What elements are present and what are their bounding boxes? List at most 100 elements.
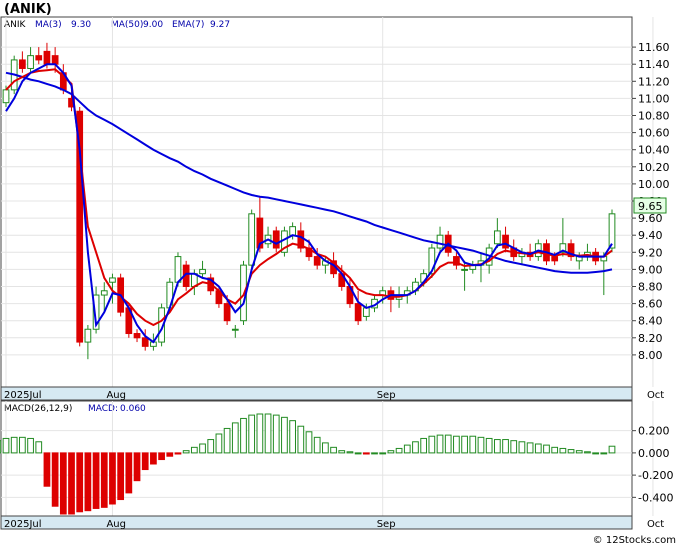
macd-bar	[420, 437, 428, 454]
macd-bar	[223, 427, 231, 454]
macd-bar	[403, 444, 411, 454]
macd-bar	[444, 434, 452, 454]
macd-bar	[199, 443, 206, 454]
macd-bar	[231, 422, 239, 454]
legend-ema7-value: 9.27	[210, 20, 230, 30]
macd-bar	[453, 435, 460, 454]
macd-bar	[436, 434, 444, 454]
macd-bar	[485, 437, 493, 454]
macd-bar	[27, 437, 34, 454]
candle-body	[313, 256, 321, 266]
candle-body	[2, 89, 10, 104]
price-tick-label: 9.40	[638, 229, 663, 242]
macd-legend-label: MACD:	[88, 404, 118, 414]
macd-bar	[35, 441, 43, 454]
candle-body	[133, 333, 141, 339]
macd-bar	[371, 452, 378, 455]
macd-bar	[174, 452, 182, 455]
macd-bar	[133, 452, 141, 482]
macd-bar	[100, 452, 108, 508]
candle-body	[493, 230, 501, 245]
macd-bar	[600, 452, 608, 455]
macd-bar	[534, 443, 542, 454]
candle-body	[608, 213, 616, 249]
macd-bar	[125, 452, 133, 494]
macd-date-label: 2025Jul	[4, 519, 42, 530]
candle-body	[174, 256, 182, 283]
price-tick-label: 10.00	[638, 178, 670, 191]
macd-bar	[240, 417, 247, 454]
price-tick-label: 11.40	[638, 58, 670, 71]
candle-body	[461, 268, 468, 271]
macd-bar	[0, 440, 2, 454]
candle-body	[551, 256, 559, 262]
macd-tick-label: 0.000	[638, 447, 670, 460]
price-tick-label: 8.60	[638, 298, 663, 311]
price-tick-label: 9.00	[638, 263, 663, 276]
macd-bar	[502, 439, 509, 454]
macd-bar	[526, 442, 534, 454]
price-tick-label: 8.80	[638, 281, 663, 294]
macd-bar	[43, 452, 51, 487]
candle-body	[141, 337, 149, 347]
last-price-label: 9.65	[638, 200, 663, 213]
macd-bar	[313, 436, 321, 454]
macd-bar	[215, 433, 223, 454]
macd-bar	[461, 435, 468, 454]
price-date-label: Aug	[106, 390, 126, 401]
chart-root: (ANIK) ANIK MA(3) 9.30 MA(50) 9.00 EMA(7…	[0, 0, 680, 546]
macd-bar	[158, 452, 165, 461]
price-tick-label: 10.60	[638, 127, 670, 140]
macd-bar	[272, 414, 280, 454]
macd-tick-label: -0.200	[638, 469, 673, 482]
macd-bar	[362, 452, 370, 455]
legend-ma3-value: 9.30	[71, 20, 91, 30]
legend-ma50: MA(50)	[111, 20, 143, 30]
legend-ema7: EMA(7)	[172, 20, 204, 30]
candle-body	[354, 303, 362, 322]
macd-date-label: Sep	[377, 519, 396, 530]
macd-bar	[207, 439, 215, 454]
macd-bar	[412, 441, 419, 454]
macd-bar	[109, 452, 116, 505]
macd-bar	[322, 442, 329, 454]
macd-bar	[10, 436, 18, 454]
macd-panel: MACD(26,12,9) MACD: 0.060 0.200 0.000 -0.2…	[0, 400, 673, 517]
price-tick-label: 11.60	[638, 41, 670, 54]
candle-body	[223, 303, 231, 322]
macd-tick-label: -0.400	[638, 491, 673, 504]
macd-title: MACD(26,12,9)	[4, 404, 72, 414]
macd-bar	[264, 413, 272, 454]
price-tick-label: 8.40	[638, 315, 663, 328]
price-panel: ANIK MA(3) 9.30 MA(50) 9.00 EMA(7) 9.27 …	[0, 16, 670, 388]
price-date-label: Sep	[377, 390, 396, 401]
macd-bar	[346, 451, 354, 454]
macd-bar	[281, 416, 288, 454]
macd-bar	[84, 452, 92, 512]
candle-body	[19, 59, 26, 69]
macd-bar	[76, 452, 84, 513]
macd-bar	[428, 435, 436, 454]
price-tick-label: 8.20	[638, 332, 663, 345]
candle-body	[35, 55, 43, 61]
macd-date-label: Aug	[106, 519, 126, 530]
candle-body	[109, 277, 116, 283]
price-tick-label: 10.80	[638, 110, 670, 123]
macd-bar	[559, 447, 567, 454]
macd-bar	[575, 450, 583, 454]
legend-ma50-value: 9.00	[143, 20, 163, 30]
ticker-title: (ANIK)	[4, 2, 52, 17]
price-tick-label: 11.20	[638, 75, 670, 88]
macd-bar	[305, 431, 313, 454]
candle-body	[100, 290, 108, 296]
candle-body	[502, 234, 509, 249]
candle-body	[43, 50, 51, 65]
candle-body	[289, 226, 296, 236]
macd-bar	[510, 440, 518, 454]
macd-bar	[518, 441, 526, 454]
macd-bar	[190, 446, 198, 454]
macd-bar	[354, 452, 362, 455]
price-date-label: 2025Jul	[4, 390, 42, 401]
macd-bar	[68, 452, 75, 515]
macd-bar	[608, 445, 616, 454]
